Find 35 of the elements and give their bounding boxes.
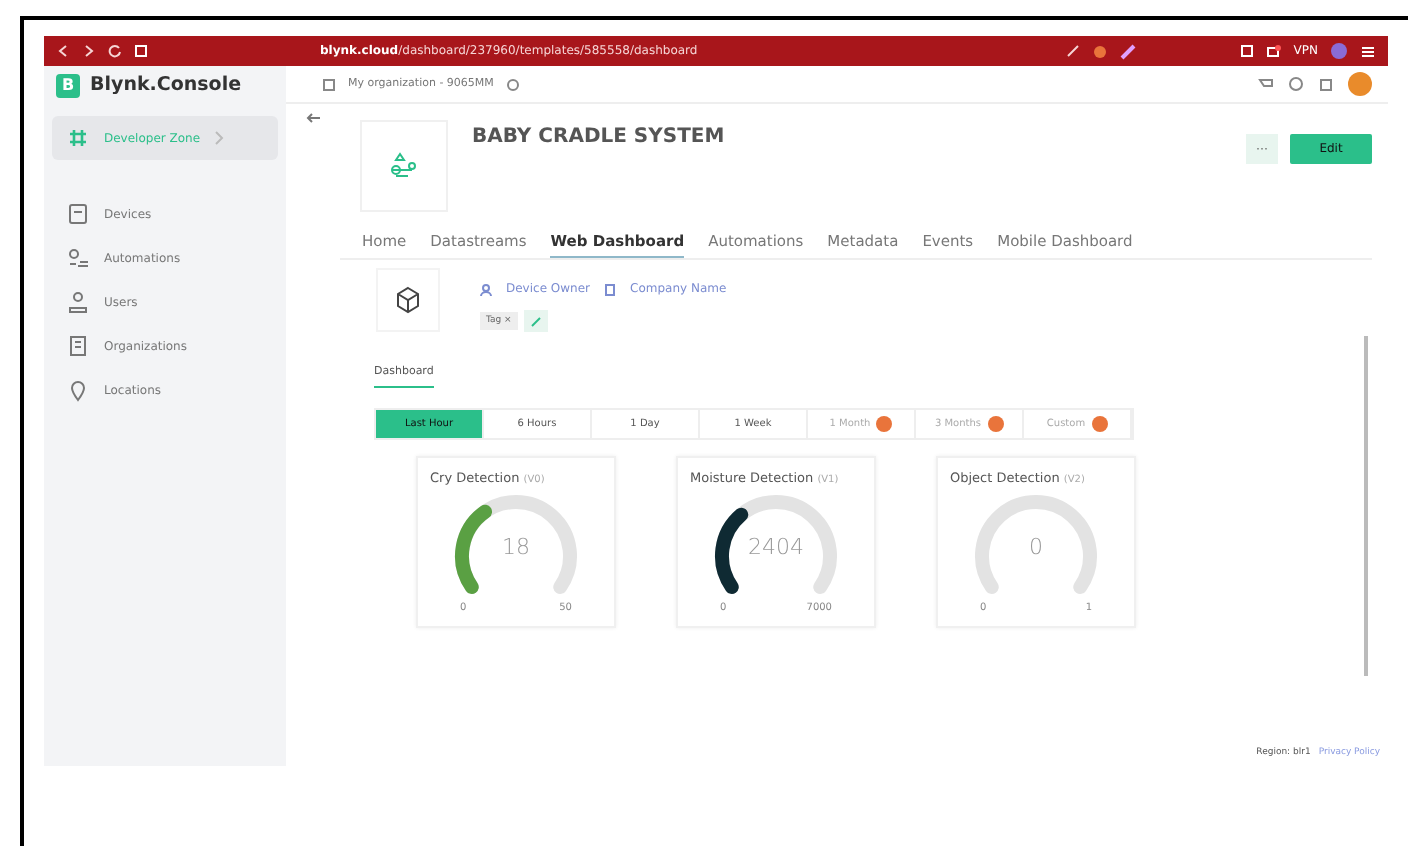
lock-icon	[1091, 416, 1108, 432]
device-icon	[66, 202, 90, 226]
help-icon	[1288, 76, 1304, 92]
settings-icon	[505, 77, 520, 91]
location-icon	[66, 378, 90, 402]
link-icon	[529, 315, 542, 327]
building-icon	[66, 334, 90, 358]
template-title: BABY CRADLE SYSTEM	[472, 126, 725, 148]
window-icon	[1239, 44, 1254, 58]
link-button[interactable]	[523, 310, 548, 332]
user-icon	[480, 283, 492, 295]
app-name: Blynk.Console	[90, 74, 242, 96]
grid-icon	[66, 126, 90, 150]
lock-icon	[987, 416, 1004, 432]
building-icon	[322, 77, 336, 91]
lock-icon	[876, 416, 893, 432]
cube-icon	[394, 286, 422, 314]
forward-icon	[82, 44, 96, 58]
logo-icon: B	[56, 73, 80, 97]
gauge-value: 2404	[746, 534, 806, 560]
gauge-value: 18	[500, 534, 532, 560]
back-arrow-icon	[305, 112, 321, 124]
gauge-value: 0	[1027, 534, 1045, 560]
profile-icon	[1330, 42, 1348, 60]
chevron-icon	[214, 130, 227, 146]
wallet-icon	[1265, 43, 1282, 59]
users-icon	[66, 290, 90, 314]
sidebar-icon	[134, 44, 148, 58]
menu-icon	[1360, 43, 1376, 59]
automation-icon	[66, 246, 90, 270]
building-icon	[604, 283, 617, 295]
reload-icon	[108, 44, 122, 58]
back-icon	[56, 44, 70, 58]
avatar-icon[interactable]	[1348, 72, 1372, 96]
template-icon	[388, 150, 420, 182]
